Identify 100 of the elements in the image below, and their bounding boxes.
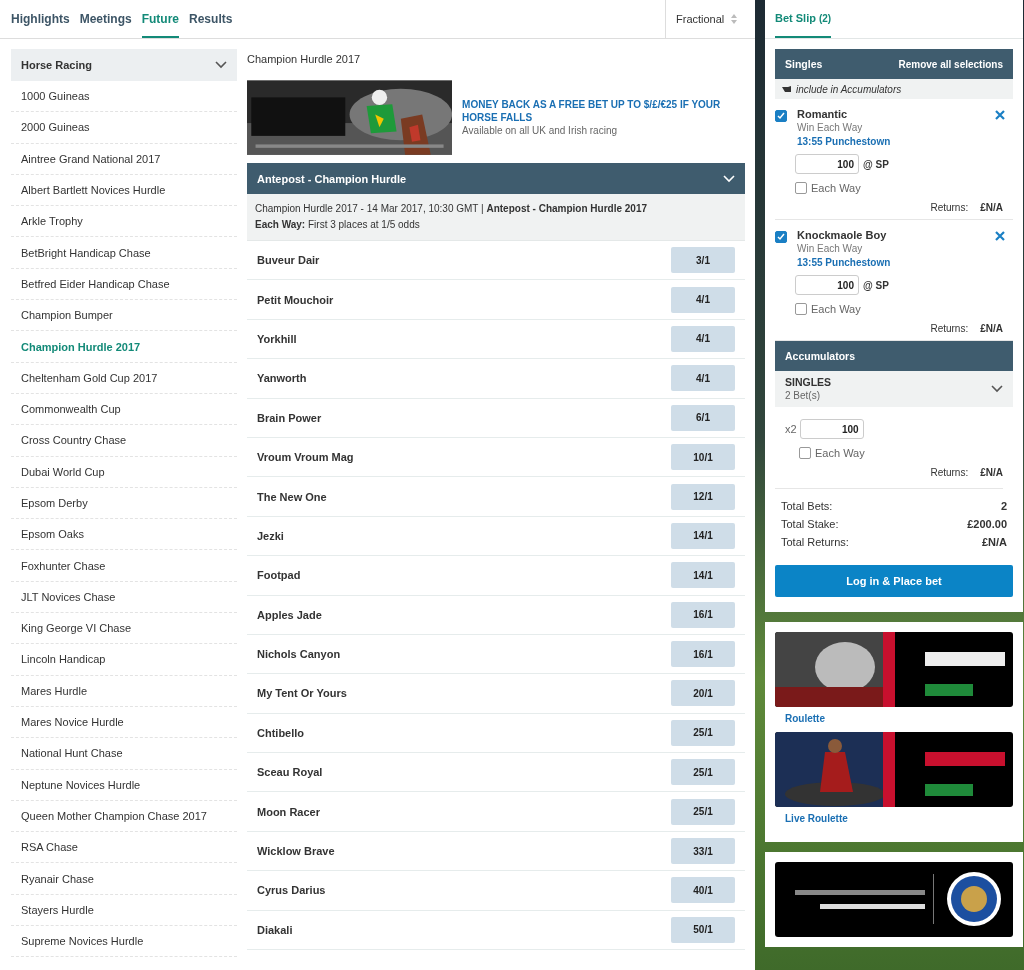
stake-input[interactable]: 100: [799, 419, 864, 439]
accumulators-title: Accumulators: [785, 350, 856, 362]
sidebar-item[interactable]: JLT Novices Chase: [11, 581, 237, 614]
odds-button[interactable]: 4/1: [671, 325, 735, 352]
total-value: £200.00: [967, 517, 1007, 532]
odds-button[interactable]: 25/1: [671, 798, 735, 825]
runner-name: Moon Racer: [257, 805, 320, 818]
sidebar-item[interactable]: Champion Hurdle 2017: [11, 331, 237, 363]
total-value: 2: [1000, 499, 1007, 514]
sidebar-item[interactable]: 2000 Guineas: [11, 112, 237, 144]
promo-subtext: Available on all UK and Irish racing: [462, 124, 618, 137]
accumulator-header[interactable]: SINGLES 2 Bet(s): [775, 371, 1013, 407]
place-bet-button[interactable]: Log in & Place bet: [775, 565, 1013, 597]
odds-button[interactable]: 20/1: [671, 680, 735, 707]
checkbox[interactable]: [795, 182, 807, 194]
close-icon[interactable]: [995, 110, 1005, 120]
runner-name: Buveur Dair: [257, 254, 320, 267]
sidebar-item[interactable]: Cheltenham Gold Cup 2017: [11, 362, 237, 394]
each-way-terms: Each Way: First 3 places at 1/5 odds: [255, 218, 421, 232]
market-type: Win Each Way: [797, 121, 864, 135]
remove-all-link[interactable]: Remove all selections: [898, 58, 1003, 70]
odds-button[interactable]: 14/1: [671, 522, 735, 549]
sidebar-item[interactable]: Mares Hurdle: [11, 675, 237, 707]
sidebar-item[interactable]: Aintree Grand National 2017: [11, 143, 237, 175]
runner-name: Chtibello: [257, 726, 305, 739]
odds-button[interactable]: 3/1: [671, 247, 735, 274]
sidebar-item[interactable]: King George VI Chase: [11, 613, 237, 645]
sidebar-item[interactable]: Queen Mother Champion Chase 2017: [11, 800, 237, 833]
checkbox[interactable]: [799, 447, 811, 459]
sidebar-item[interactable]: Champion Bumper: [11, 300, 237, 332]
odds-button[interactable]: 12/1: [671, 483, 735, 510]
sidebar-title: Horse Racing: [21, 59, 92, 71]
returns-value: £N/A: [980, 323, 1003, 334]
runner-name: Diakali: [257, 923, 293, 936]
market-info: Champion Hurdle 2017 - 14 Mar 2017, 10:30 GMT | Antepost - Champion Hurdle 2017: [255, 202, 648, 216]
checkbox[interactable]: [775, 110, 787, 122]
sidebar-item[interactable]: Cross Country Chase: [11, 425, 237, 457]
tab[interactable]: Future: [141, 0, 180, 38]
bet-slip-tab[interactable]: Bet Slip (2): [775, 0, 832, 38]
runner-name: Yorkhill: [257, 332, 297, 345]
close-icon[interactable]: [995, 231, 1005, 241]
odds-button[interactable]: 50/1: [671, 916, 735, 943]
runner-name: My Tent Or Yours: [257, 687, 347, 700]
chevron-icon: [991, 385, 1003, 393]
stake-input[interactable]: 100: [795, 275, 859, 295]
tab[interactable]: Highlights: [11, 0, 70, 38]
odds-button[interactable]: 25/1: [671, 719, 735, 746]
singles-title: Singles: [785, 58, 823, 70]
sidebar-item[interactable]: Supreme Novices Hurdle: [11, 926, 237, 958]
runner-name: Apples Jade: [257, 608, 322, 621]
checkbox[interactable]: [775, 231, 787, 243]
sidebar-item[interactable]: RSA Chase: [11, 832, 237, 864]
market-title: Antepost - Champion Hurdle: [257, 172, 407, 185]
odds-button[interactable]: 25/1: [671, 759, 735, 786]
promo-link[interactable]: Roulette: [775, 707, 1013, 724]
stake-input[interactable]: 100: [795, 154, 859, 174]
sidebar-item[interactable]: 1000 Guineas: [11, 81, 237, 113]
sidebar-item[interactable]: Lincoln Handicap: [11, 644, 237, 676]
sidebar-item[interactable]: BetBright Handicap Chase: [11, 237, 237, 269]
tab[interactable]: Meetings: [79, 0, 132, 38]
odds-button[interactable]: 4/1: [671, 365, 735, 392]
checkbox[interactable]: [795, 303, 807, 315]
odds-button[interactable]: 16/1: [671, 601, 735, 628]
returns-label: Returns:: [930, 323, 969, 334]
each-way-label: Each Way: [811, 303, 861, 315]
odds-button[interactable]: 6/1: [671, 404, 735, 431]
sidebar-item[interactable]: Epsom Oaks: [11, 519, 237, 551]
total-label: Total Returns:: [781, 535, 849, 550]
market-header[interactable]: Antepost - Champion Hurdle: [247, 163, 745, 194]
runner-name: Yanworth: [257, 372, 307, 385]
sidebar-item[interactable]: Stayers Hurdle: [11, 894, 237, 926]
sidebar-item[interactable]: Dubai World Cup: [11, 456, 237, 488]
tab[interactable]: Results: [189, 0, 233, 38]
odds-button[interactable]: 10/1: [671, 444, 735, 471]
runner-name: Brain Power: [257, 411, 322, 424]
sidebar-item[interactable]: Epsom Derby: [11, 487, 237, 520]
sidebar-item[interactable]: Albert Bartlett Novices Hurdle: [11, 174, 237, 207]
sidebar-header[interactable]: Horse Racing: [11, 49, 237, 81]
race-link[interactable]: 13:55 Punchestown: [797, 135, 985, 148]
odds-button[interactable]: 14/1: [671, 562, 735, 589]
odds-button[interactable]: 16/1: [671, 641, 735, 668]
sidebar-item[interactable]: National Hunt Chase: [11, 738, 237, 770]
odds-button[interactable]: 40/1: [671, 877, 735, 904]
sidebar-item[interactable]: Commonwealth Cup: [11, 393, 237, 426]
sidebar-item[interactable]: Foxhunter Chase: [11, 550, 237, 582]
odds-button[interactable]: 4/1: [671, 286, 735, 313]
promo-headline[interactable]: MONEY BACK AS A FREE BET UP TO $/£/€25 IF YOUR HORSE FALLS: [462, 98, 745, 124]
sidebar-item[interactable]: Mares Novice Hurdle: [11, 706, 237, 739]
sidebar-item[interactable]: Neptune Novices Hurdle: [11, 769, 237, 801]
race-link[interactable]: 13:55 Punchestown: [797, 256, 985, 269]
sidebar-item[interactable]: Arkle Trophy: [11, 206, 237, 238]
returns-value: £N/A: [980, 467, 1003, 478]
returns-value: £N/A: [980, 202, 1003, 213]
sidebar-item[interactable]: Ryanair Chase: [11, 863, 237, 895]
price-label: @ SP: [863, 158, 889, 170]
sidebar-item[interactable]: Betfred Eider Handicap Chase: [11, 268, 237, 301]
chevron-icon: [723, 174, 735, 183]
promo-link[interactable]: Live Roulette: [775, 807, 1013, 824]
event-title: Champion Hurdle 2017: [247, 52, 362, 67]
odds-button[interactable]: 33/1: [671, 838, 735, 865]
